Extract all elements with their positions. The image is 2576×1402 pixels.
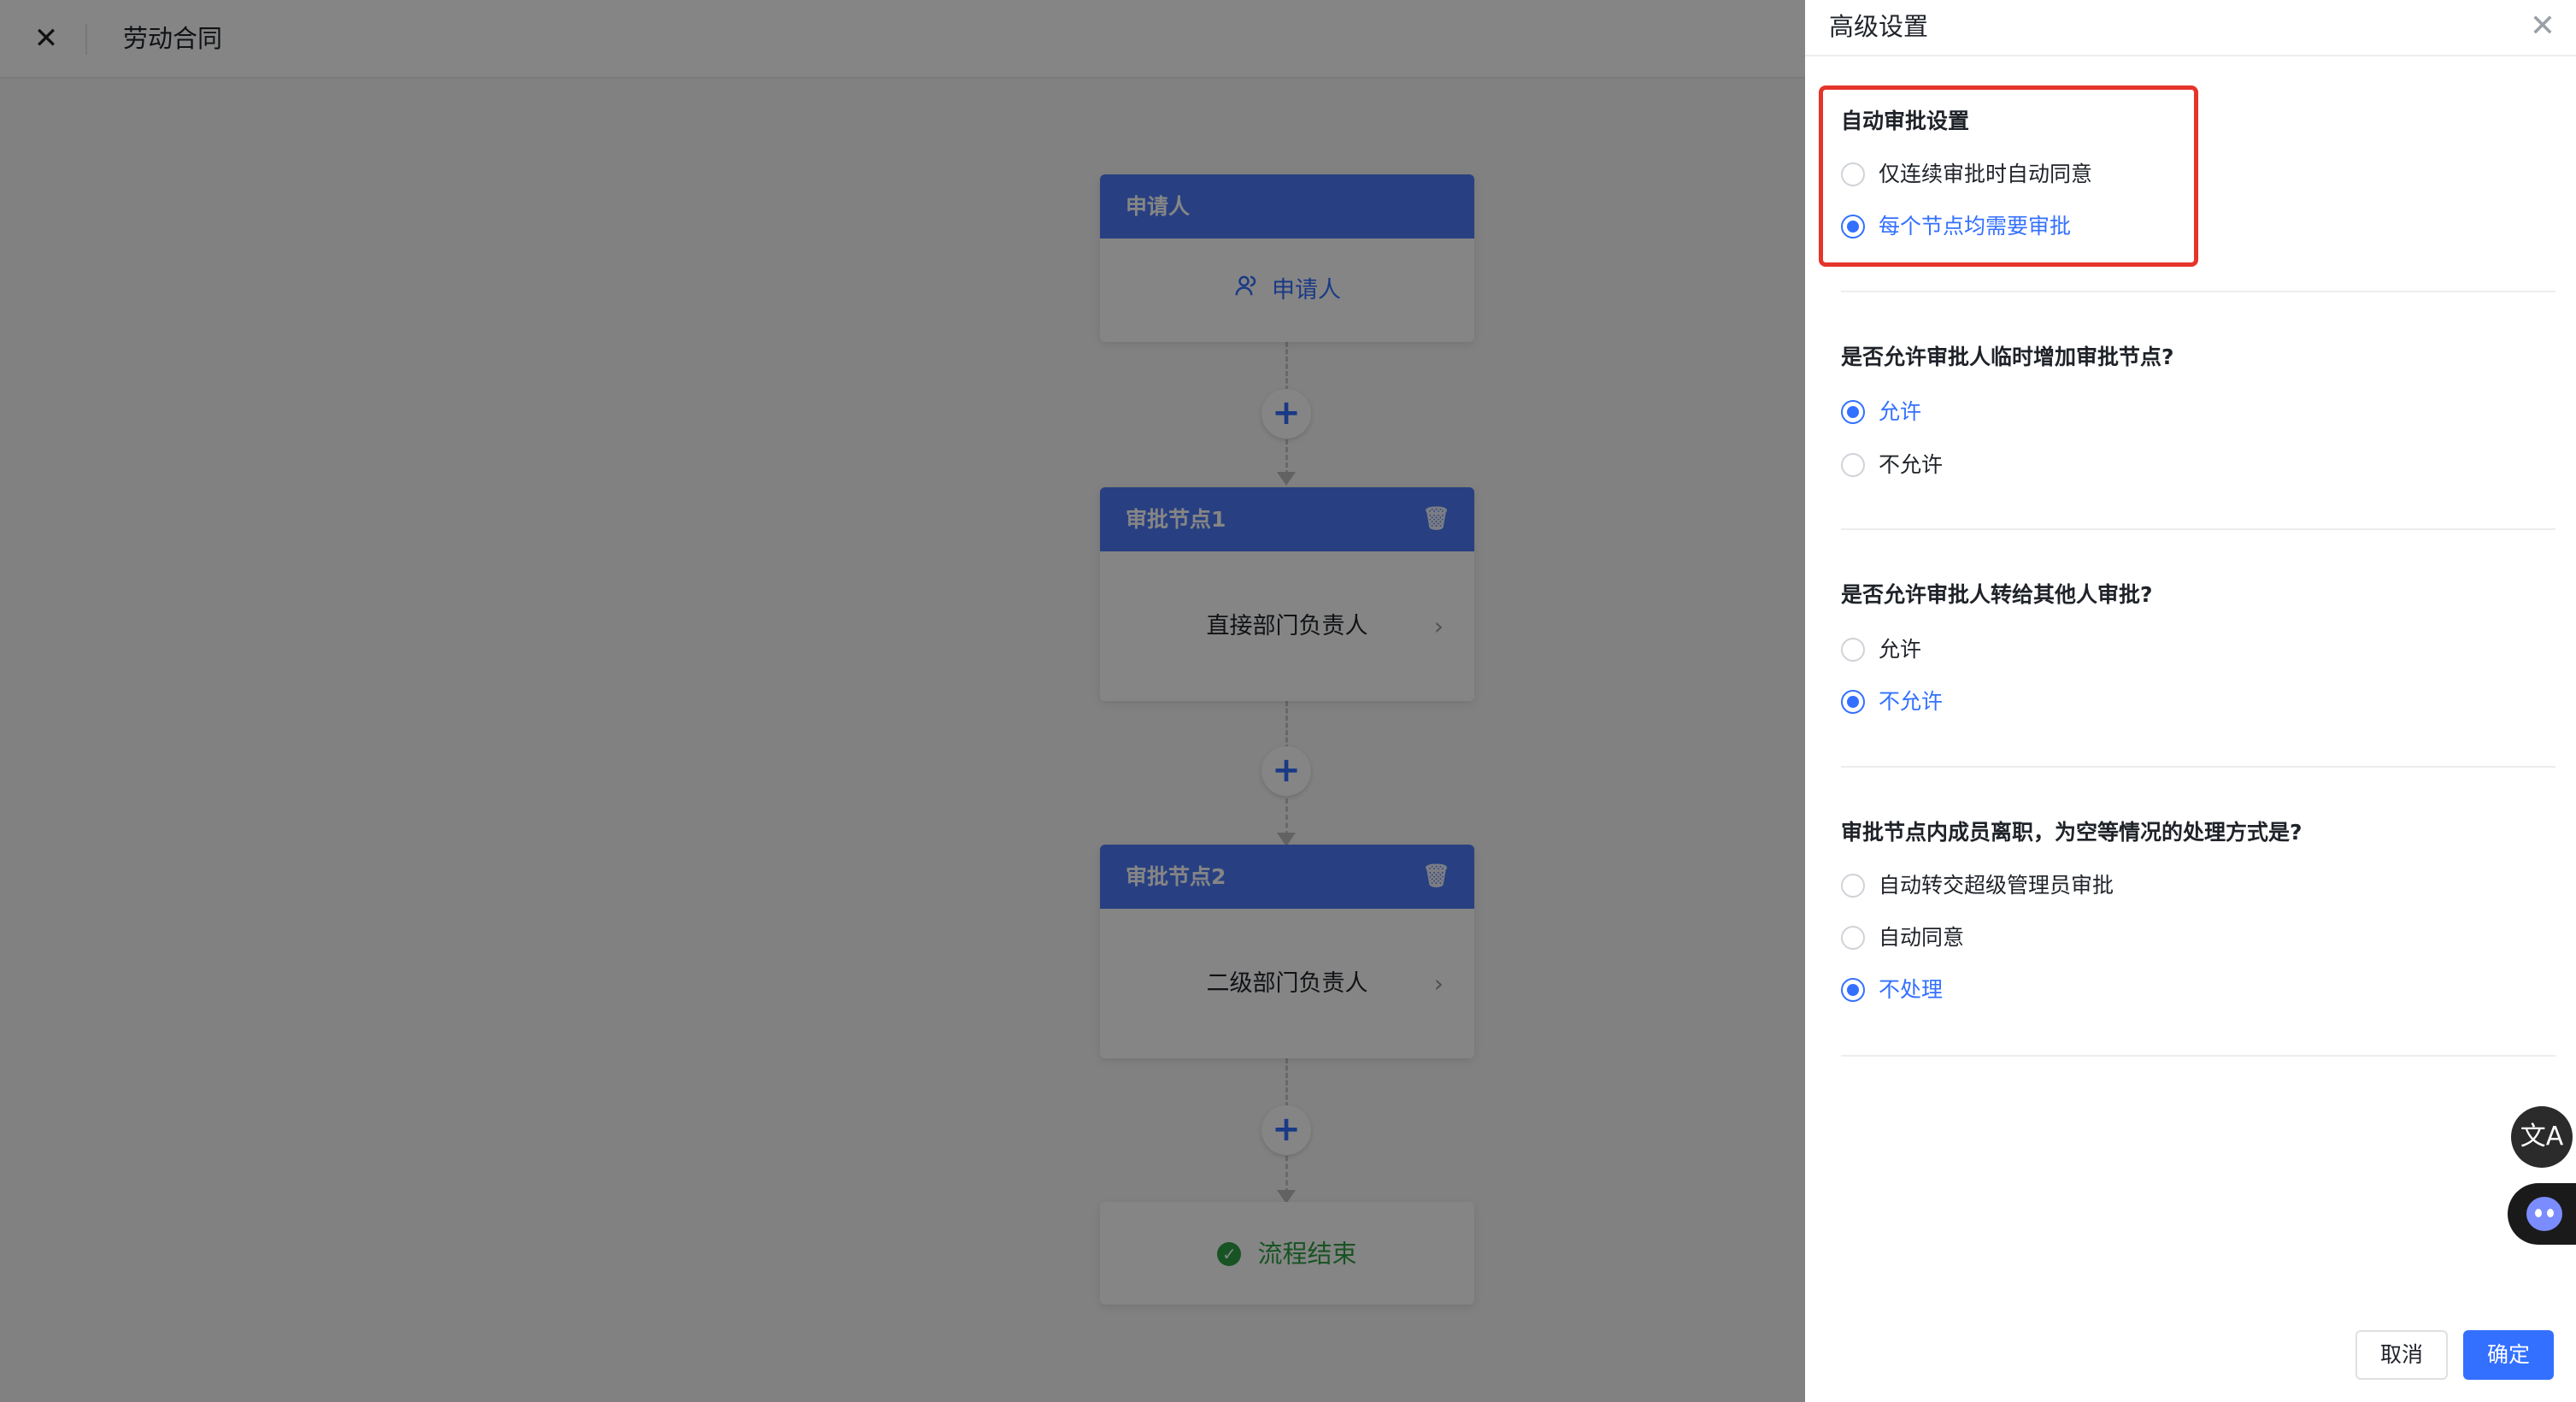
confirm-button[interactable]: 确定	[2463, 1330, 2554, 1380]
bot-eye	[2547, 1209, 2554, 1217]
radio-button[interactable]	[1841, 453, 1865, 477]
translate-icon[interactable]: 文A	[2511, 1106, 2573, 1168]
drawer-title: 高级设置	[1829, 12, 1929, 41]
section-title: 审批节点内成员离职，为空等情况的处理方式是?	[1841, 820, 2303, 845]
radio-button[interactable]	[1841, 978, 1865, 1002]
assistant-bot-icon[interactable]	[2508, 1183, 2576, 1245]
section-title: 是否允许审批人转给其他人审批?	[1841, 582, 2153, 607]
radio-button[interactable]	[1841, 400, 1865, 424]
radio-option[interactable]: 不处理	[1841, 973, 1943, 1007]
transfer-permission-section: 是否允许审批人转给其他人审批? 允许 不允许	[1841, 580, 2555, 714]
radio-label[interactable]: 不允许	[1879, 685, 1943, 719]
radio-option[interactable]: 自动同意	[1841, 921, 1964, 955]
radio-button[interactable]	[1841, 690, 1865, 714]
divider	[1841, 528, 2555, 530]
divider	[1805, 55, 2576, 56]
empty-approver-handling-section: 审批节点内成员离职，为空等情况的处理方式是? 自动转交超级管理员审批 自动同意 …	[1841, 817, 2555, 1002]
divider	[1841, 1055, 2555, 1057]
divider	[1841, 291, 2555, 292]
highlight-annotation	[1819, 85, 2198, 267]
radio-label[interactable]: 自动转交超级管理员审批	[1879, 869, 2114, 903]
divider	[1841, 766, 2555, 768]
cancel-button[interactable]: 取消	[2355, 1330, 2448, 1380]
radio-option[interactable]: 不允许	[1841, 685, 1943, 719]
section-title: 是否允许审批人临时增加审批节点?	[1841, 345, 2174, 369]
radio-option[interactable]: 允许	[1841, 395, 1921, 429]
bot-face	[2526, 1197, 2562, 1231]
radio-label[interactable]: 不允许	[1879, 448, 1943, 482]
radio-button[interactable]	[1841, 926, 1865, 950]
modal-mask[interactable]	[0, 0, 1805, 1402]
radio-option[interactable]: 自动转交超级管理员审批	[1841, 869, 2114, 903]
radio-button[interactable]	[1841, 874, 1865, 898]
radio-label[interactable]: 允许	[1879, 633, 1921, 667]
radio-label[interactable]: 不处理	[1879, 973, 1943, 1007]
radio-label[interactable]: 自动同意	[1879, 921, 1964, 955]
bot-eye	[2535, 1209, 2542, 1217]
add-node-permission-section: 是否允许审批人临时增加审批节点? 允许 不允许	[1841, 342, 2555, 477]
radio-option[interactable]: 允许	[1841, 633, 1921, 667]
radio-option[interactable]: 不允许	[1841, 448, 1943, 482]
close-icon[interactable]: ✕	[2523, 7, 2562, 46]
radio-button[interactable]	[1841, 638, 1865, 662]
radio-label[interactable]: 允许	[1879, 395, 1921, 429]
